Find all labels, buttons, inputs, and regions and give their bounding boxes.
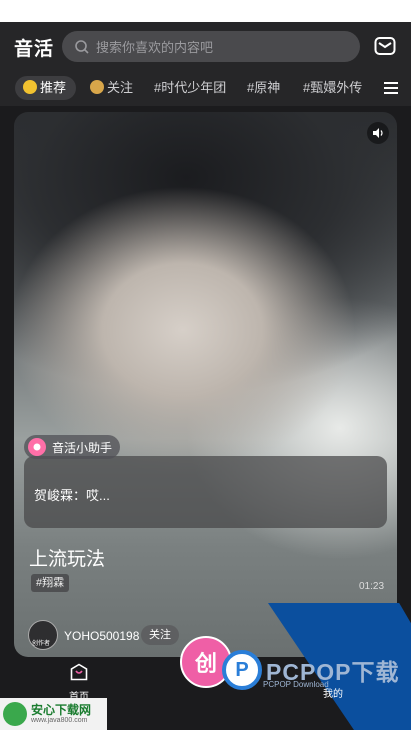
nav-home[interactable]: 首页	[60, 663, 98, 703]
assistant-name: 音活小助手	[52, 440, 113, 455]
comment-text: 贺峻霖：哎...	[34, 488, 110, 503]
nav-mine[interactable]: 我的	[323, 685, 343, 700]
anxin-watermark-url: www.java800.com	[31, 717, 88, 724]
search-input[interactable]: 搜索你喜欢的内容吧	[62, 31, 360, 62]
video-card[interactable]: 贺峻霖：哎... 音活小助手 上流玩法 #翔霖 01:23 创作者 YOHO50…	[14, 112, 397, 657]
search-placeholder: 搜索你喜欢的内容吧	[96, 40, 214, 55]
assistant-badge[interactable]: 音活小助手	[24, 435, 121, 459]
speaker-icon	[373, 128, 383, 138]
pcpop-watermark-subtext: PCPOP Download	[263, 680, 329, 689]
anxin-watermark-text: 安心下载网	[31, 703, 92, 717]
status-bar	[0, 0, 411, 22]
tab-follow[interactable]: 关注	[90, 76, 133, 100]
search-icon	[75, 39, 89, 54]
tab-recommend[interactable]: 推荐	[15, 76, 77, 100]
anxin-watermark: 安心下载网 www.java800.com	[0, 698, 107, 730]
category-tabs: 推荐 关注 #时代少年团 #原神 #甄嬛外传	[0, 72, 411, 106]
comment-bubble: 贺峻霖：哎...	[24, 456, 387, 528]
avatar-label: 创作者	[32, 641, 51, 647]
app-logo: 音活	[14, 39, 55, 60]
song-title: 上流玩法	[29, 549, 106, 570]
follow-button[interactable]: 关注	[141, 625, 179, 645]
tab-label: 关注	[107, 80, 134, 95]
tab-yuanshen[interactable]: #原神	[247, 76, 280, 100]
recommend-emoji-icon	[23, 80, 37, 94]
follow-emoji-icon	[90, 80, 104, 94]
tab-shidai[interactable]: #时代少年团	[154, 76, 226, 100]
author-name[interactable]: YOHO500198	[64, 629, 139, 643]
top-bar: 音活 搜索你喜欢的内容吧	[0, 22, 411, 72]
author-avatar[interactable]: 创作者	[28, 620, 58, 650]
pcpop-logo-icon: P	[222, 650, 262, 690]
anxin-logo-icon	[3, 702, 27, 726]
hashtag-chip[interactable]: #翔霖	[31, 574, 70, 592]
video-duration: 01:23	[359, 581, 385, 592]
tab-label: 推荐	[40, 80, 67, 95]
tab-zhenhuan[interactable]: #甄嬛外传	[303, 76, 362, 100]
menu-icon[interactable]	[384, 82, 398, 94]
mail-icon[interactable]	[374, 36, 396, 56]
assistant-avatar-icon	[28, 438, 46, 456]
home-icon	[70, 663, 88, 681]
sound-toggle[interactable]	[367, 122, 389, 144]
